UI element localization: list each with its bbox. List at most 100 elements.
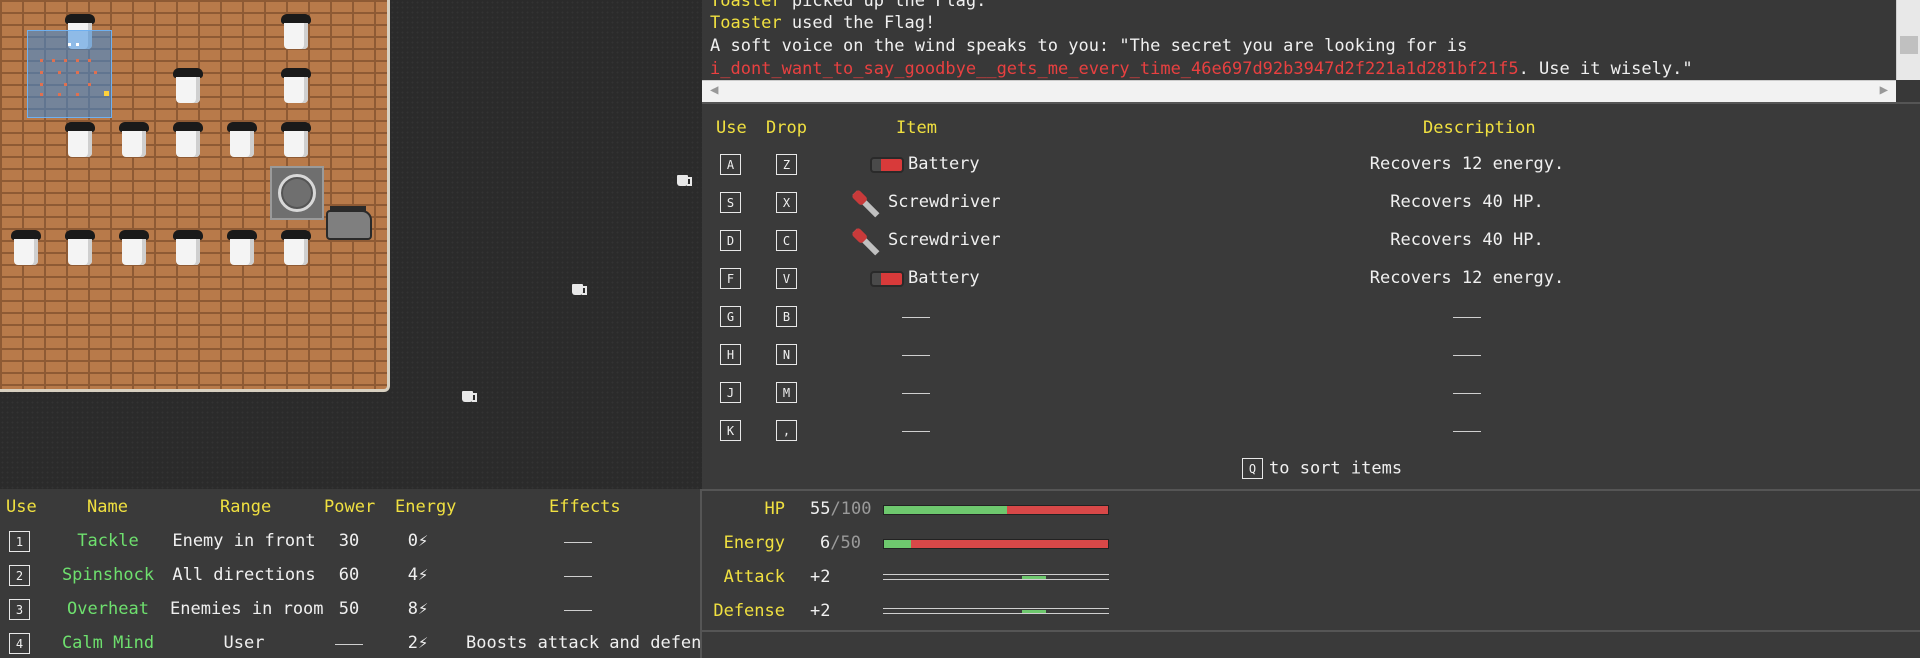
cup-sprite	[65, 230, 95, 266]
skills-header-range: Range	[220, 497, 272, 517]
drop-key-button[interactable]: C	[776, 230, 797, 251]
skill-power: 50	[338, 599, 360, 619]
skill-key-button[interactable]: 1	[9, 531, 30, 552]
drop-key-button[interactable]: V	[776, 268, 797, 289]
no-effect-dash	[564, 542, 592, 543]
cup-sprite	[119, 230, 149, 266]
use-key-button[interactable]: G	[720, 306, 741, 327]
log-line: A soft voice on the wind speaks to you: …	[710, 36, 1468, 56]
log-line: Toaster picked up the Flag.	[710, 0, 987, 11]
cup-sprite	[119, 122, 149, 158]
no-effect-dash	[564, 610, 592, 611]
item-description: Recovers 40 HP.	[1390, 230, 1544, 250]
no-power-dash	[335, 644, 363, 645]
screwdriver-icon	[852, 228, 880, 256]
skill-name: Tackle	[77, 531, 139, 551]
drop-key-button[interactable]: Z	[776, 154, 797, 175]
empty-slot-dash	[902, 355, 930, 356]
log-horizontal-scrollbar[interactable]: ◀ ▶	[702, 80, 1896, 102]
inventory-header-drop: Drop	[766, 118, 807, 138]
no-effect-dash	[564, 576, 592, 577]
energy-value: 6/50	[820, 533, 861, 553]
skills-header-effects: Effects	[549, 497, 621, 517]
skill-energy: 2⚡	[407, 633, 429, 653]
defense-label: Defense	[713, 601, 785, 621]
skills-header-power: Power	[324, 497, 376, 517]
use-key-button[interactable]: K	[720, 420, 741, 441]
skill-range: Enemies in room	[170, 599, 324, 619]
minimap-player-marker	[104, 91, 109, 96]
skills-header-energy: Energy	[395, 497, 457, 517]
drop-key-button[interactable]: ,	[776, 420, 797, 441]
energy-bar	[883, 539, 1109, 549]
game-map	[0, 0, 702, 489]
energy-label: Energy	[723, 533, 785, 553]
brick-room	[0, 0, 390, 392]
empty-slot-dash	[902, 317, 930, 318]
stats-panel: HP 55/100 Energy 6/50 Attack +2 Defense …	[702, 489, 1920, 658]
use-key-button[interactable]: A	[720, 154, 741, 175]
empty-slot-dash	[1453, 317, 1481, 318]
scroll-thumb[interactable]	[1900, 36, 1918, 54]
cup-sprite	[281, 230, 311, 266]
hp-label: HP	[764, 499, 785, 519]
hp-bar	[883, 505, 1109, 515]
mug-item-sprite	[677, 175, 692, 186]
inventory-header-use: Use	[716, 118, 747, 138]
mug-item-sprite	[572, 284, 587, 295]
skill-name: Calm Mind	[61, 633, 155, 653]
skill-key-button[interactable]: 3	[9, 599, 30, 620]
item-description: Recovers 12 energy.	[1369, 154, 1565, 174]
log-vertical-scrollbar[interactable]	[1896, 0, 1920, 80]
drop-key-button[interactable]: B	[776, 306, 797, 327]
use-key-button[interactable]: S	[720, 192, 741, 213]
empty-slot-dash	[902, 431, 930, 432]
battery-icon	[870, 271, 904, 287]
hp-value: 55/100	[810, 499, 872, 519]
skill-range: User	[223, 633, 265, 653]
empty-slot-dash	[1453, 431, 1481, 432]
mug-item-sprite	[462, 391, 477, 402]
skill-name: Overheat	[67, 599, 149, 619]
use-key-button[interactable]: J	[720, 382, 741, 403]
item-name: Screwdriver	[888, 230, 1001, 250]
cup-sprite	[281, 14, 311, 50]
sort-key-button[interactable]: Q	[1242, 458, 1263, 479]
skill-energy: 8⚡	[407, 599, 429, 619]
skill-name: Spinshock	[61, 565, 155, 585]
item-name: Battery	[908, 154, 980, 174]
skill-range: Enemy in front	[172, 531, 316, 551]
battery-icon	[870, 157, 904, 173]
drop-key-button[interactable]: X	[776, 192, 797, 213]
drop-key-button[interactable]: M	[776, 382, 797, 403]
use-key-button[interactable]: F	[720, 268, 741, 289]
attack-modifier-bar	[883, 574, 1109, 580]
skills-header-use: Use	[6, 497, 37, 517]
skill-range: All directions	[172, 565, 316, 585]
skill-power: 30	[338, 531, 360, 551]
cup-sprite	[65, 122, 95, 158]
skills-panel: Use Name Range Power Energy Effects 1 Ta…	[0, 489, 732, 658]
skill-energy: 0⚡	[407, 531, 429, 551]
skill-key-button[interactable]: 4	[9, 633, 30, 654]
scroll-right-icon[interactable]: ▶	[1880, 82, 1888, 98]
skill-power: 60	[338, 565, 360, 585]
cup-sprite	[281, 68, 311, 104]
skill-key-button[interactable]: 2	[9, 565, 30, 586]
log-line: Toaster used the Flag!	[710, 13, 936, 33]
log-line-secret: i_dont_want_to_say_goodbye__gets_me_ever…	[710, 59, 1693, 79]
use-key-button[interactable]: H	[720, 344, 741, 365]
scroll-left-icon[interactable]: ◀	[710, 82, 718, 98]
drop-key-button[interactable]: N	[776, 344, 797, 365]
defense-value: +2	[810, 601, 831, 621]
screwdriver-icon	[852, 190, 880, 218]
toaster-player-sprite	[326, 206, 374, 244]
sort-hint: Qto sort items	[1242, 458, 1402, 479]
item-description: Recovers 12 energy.	[1369, 268, 1565, 288]
use-key-button[interactable]: D	[720, 230, 741, 251]
cup-sprite	[173, 122, 203, 158]
cup-sprite	[11, 230, 41, 266]
cup-sprite	[173, 68, 203, 104]
inventory-header-description: Description	[1423, 118, 1536, 138]
flag-pedestal	[270, 166, 324, 220]
